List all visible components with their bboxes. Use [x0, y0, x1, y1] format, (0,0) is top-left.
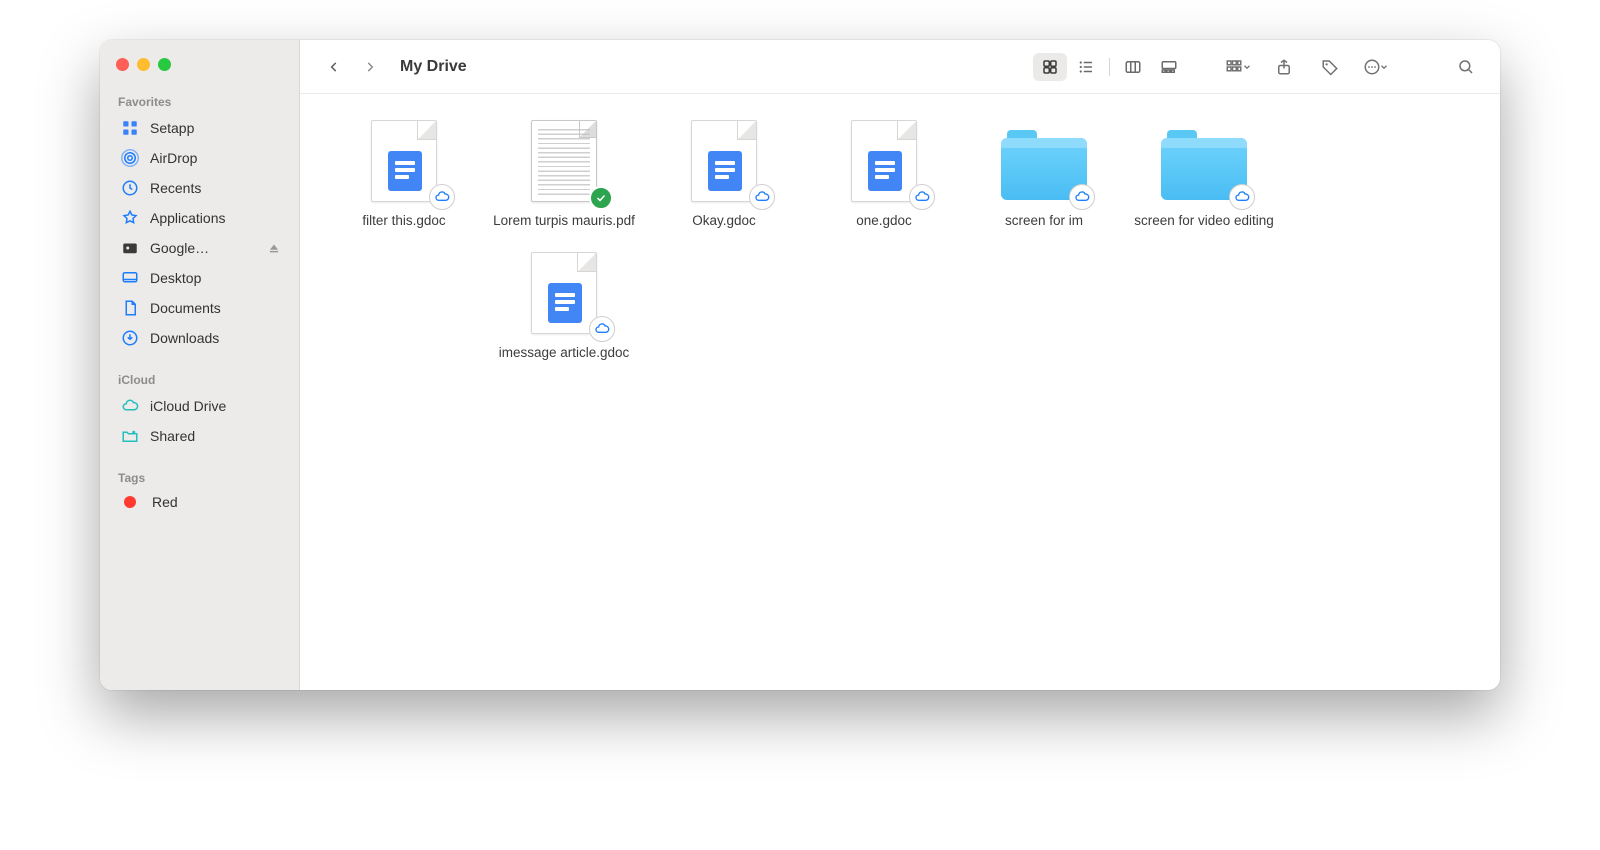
sidebar-section-tags: Tags — [100, 465, 299, 489]
zoom-window-button[interactable] — [158, 58, 171, 71]
sidebar-item-recents[interactable]: Recents — [104, 173, 295, 203]
sidebar-item-label: iCloud Drive — [150, 398, 226, 414]
action-menu-button[interactable] — [1360, 52, 1392, 82]
toolbar: My Drive — [300, 40, 1500, 94]
file-item[interactable]: one.gdoc — [804, 112, 964, 240]
shared-folder-icon — [120, 426, 140, 446]
file-item[interactable]: Lorem turpis mauris.pdf — [484, 112, 644, 240]
cloud-status-icon — [1229, 184, 1255, 210]
sidebar-item-label: Red — [152, 494, 178, 510]
eject-icon[interactable] — [267, 241, 281, 255]
search-button[interactable] — [1450, 52, 1482, 82]
file-thumbnail — [1001, 118, 1087, 204]
finder-window: Favorites Setapp AirDrop Recents Applica… — [100, 40, 1500, 690]
file-item[interactable]: Okay.gdoc — [644, 112, 804, 240]
back-button[interactable] — [320, 53, 348, 81]
icon-view-button[interactable] — [1033, 53, 1067, 81]
cloud-status-icon — [429, 184, 455, 210]
sidebar-item-tag-red[interactable]: Red — [104, 489, 295, 515]
pdf-file-icon — [531, 120, 597, 202]
group-by-button[interactable] — [1222, 52, 1254, 82]
sidebar-item-label: Recents — [150, 180, 201, 196]
gdoc-file-icon — [851, 120, 917, 202]
synced-status-icon — [589, 186, 613, 210]
sidebar-section-favorites: Favorites — [100, 89, 299, 113]
sidebar-item-shared[interactable]: Shared — [104, 421, 295, 451]
close-window-button[interactable] — [116, 58, 129, 71]
file-name-label: Lorem turpis mauris.pdf — [493, 212, 635, 230]
location-title: My Drive — [400, 58, 467, 76]
sidebar-item-label: AirDrop — [150, 150, 197, 166]
sidebar: Favorites Setapp AirDrop Recents Applica… — [100, 40, 300, 690]
sidebar-item-icloud-drive[interactable]: iCloud Drive — [104, 391, 295, 421]
file-item[interactable]: screen for im — [964, 112, 1124, 240]
sidebar-item-label: Google… — [150, 240, 209, 256]
file-thumbnail — [1161, 118, 1247, 204]
file-grid: filter this.gdoc Lorem turpis mauris.pdf O… — [324, 112, 1490, 371]
tags-button[interactable] — [1314, 52, 1346, 82]
file-area[interactable]: filter this.gdoc Lorem turpis mauris.pdf O… — [300, 94, 1500, 690]
file-thumbnail — [521, 250, 607, 336]
gdoc-file-icon — [691, 120, 757, 202]
downloads-icon — [120, 328, 140, 348]
file-name-label: Okay.gdoc — [692, 212, 756, 230]
sidebar-item-airdrop[interactable]: AirDrop — [104, 143, 295, 173]
cloud-status-icon — [1069, 184, 1095, 210]
file-name-label: screen for video editing — [1134, 212, 1274, 230]
sidebar-item-label: Desktop — [150, 270, 201, 286]
file-name-label: filter this.gdoc — [362, 212, 445, 230]
file-item[interactable]: imessage article.gdoc — [484, 244, 644, 372]
gdoc-file-icon — [371, 120, 437, 202]
sidebar-item-label: Documents — [150, 300, 221, 316]
list-view-button[interactable] — [1069, 53, 1103, 81]
gallery-view-button[interactable] — [1152, 53, 1186, 81]
documents-icon — [120, 298, 140, 318]
minimize-window-button[interactable] — [137, 58, 150, 71]
file-name-label: imessage article.gdoc — [499, 344, 630, 362]
cloud-status-icon — [909, 184, 935, 210]
sidebar-item-label: Setapp — [150, 120, 194, 136]
google-drive-icon — [120, 238, 140, 258]
file-thumbnail — [361, 118, 447, 204]
sidebar-item-google-drive[interactable]: Google… — [104, 233, 295, 263]
column-view-button[interactable] — [1116, 53, 1150, 81]
desktop-icon — [120, 268, 140, 288]
view-mode-segmented — [1033, 52, 1186, 82]
divider — [1109, 58, 1110, 76]
share-button[interactable] — [1268, 52, 1300, 82]
sidebar-section-icloud: iCloud — [100, 367, 299, 391]
file-thumbnail — [681, 118, 767, 204]
cloud-status-icon — [589, 316, 615, 342]
sidebar-item-label: Downloads — [150, 330, 219, 346]
airdrop-icon — [120, 148, 140, 168]
sidebar-item-downloads[interactable]: Downloads — [104, 323, 295, 353]
sidebar-item-desktop[interactable]: Desktop — [104, 263, 295, 293]
file-name-label: one.gdoc — [856, 212, 912, 230]
sidebar-item-documents[interactable]: Documents — [104, 293, 295, 323]
gdoc-file-icon — [531, 252, 597, 334]
window-controls — [100, 54, 299, 89]
sidebar-item-label: Shared — [150, 428, 195, 444]
toolbar-actions — [1222, 52, 1392, 82]
clock-icon — [120, 178, 140, 198]
sidebar-item-label: Applications — [150, 210, 226, 226]
sidebar-item-applications[interactable]: Applications — [104, 203, 295, 233]
cloud-status-icon — [749, 184, 775, 210]
file-thumbnail — [521, 118, 607, 204]
applications-icon — [120, 208, 140, 228]
file-thumbnail — [841, 118, 927, 204]
setapp-icon — [120, 118, 140, 138]
file-name-label: screen for im — [1005, 212, 1083, 230]
forward-button[interactable] — [356, 53, 384, 81]
tag-red-icon — [124, 496, 136, 508]
sidebar-item-setapp[interactable]: Setapp — [104, 113, 295, 143]
main-pane: My Drive — [300, 40, 1500, 690]
file-item[interactable]: screen for video editing — [1124, 112, 1284, 240]
icloud-icon — [120, 396, 140, 416]
file-item[interactable]: filter this.gdoc — [324, 112, 484, 240]
